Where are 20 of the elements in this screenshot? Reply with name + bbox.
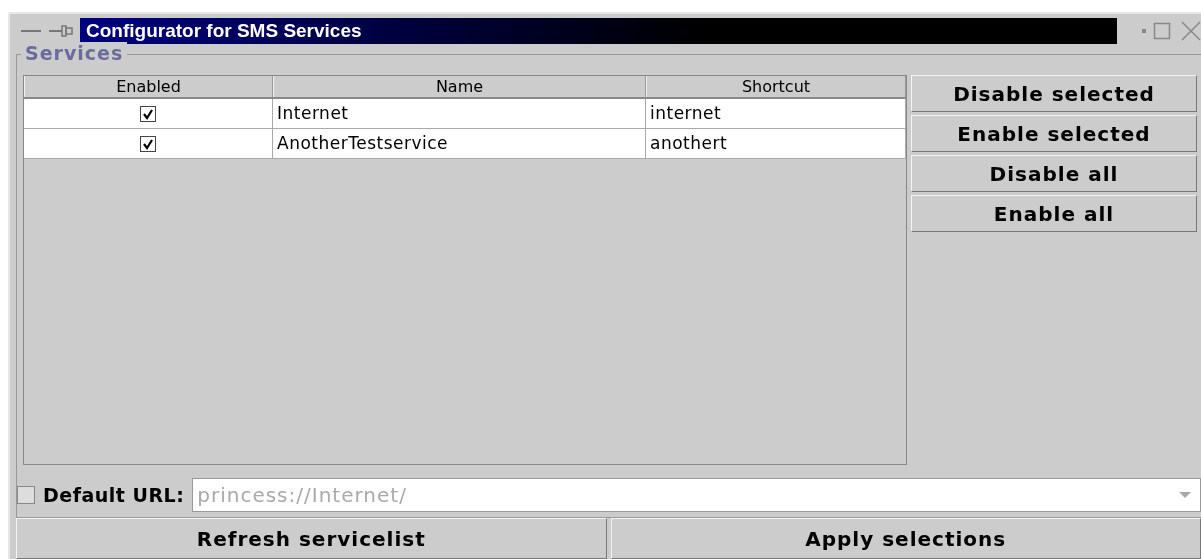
action-button[interactable]: Enable selected <box>911 115 1197 152</box>
pin-icon[interactable] <box>48 24 74 38</box>
action-button[interactable]: Apply selections <box>610 518 1201 559</box>
window-title: Configurator for SMS Services <box>80 18 1117 44</box>
action-button[interactable]: Disable all <box>911 155 1197 192</box>
close-icon[interactable] <box>1181 21 1201 41</box>
url-label: Default URL: <box>43 484 185 506</box>
column-header[interactable]: Enabled <box>24 76 273 97</box>
maximize-icon[interactable] <box>1153 22 1171 40</box>
action-button[interactable]: Enable all <box>911 195 1197 232</box>
table-cell: anothert <box>646 129 906 158</box>
action-button[interactable]: Refresh servicelist <box>16 518 607 559</box>
table-cell: AnotherTestservice <box>273 129 646 158</box>
table-cell: internet <box>646 99 906 128</box>
column-header[interactable]: Shortcut <box>646 76 906 97</box>
action-button[interactable]: Disable selected <box>911 75 1197 112</box>
table-cell: Internet <box>273 99 646 128</box>
checkbox[interactable] <box>140 105 156 122</box>
checkbox[interactable] <box>140 135 156 152</box>
column-header[interactable]: Name <box>273 76 646 97</box>
